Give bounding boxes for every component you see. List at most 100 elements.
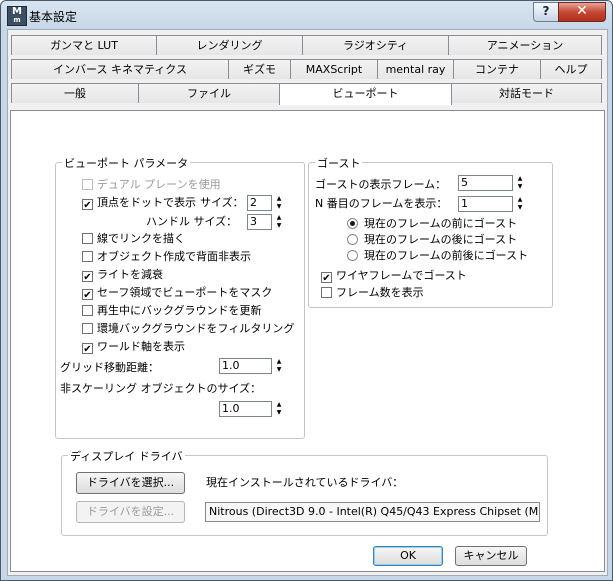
help-button[interactable]: ? [533, 2, 559, 22]
ghost-wireframe-checkbox[interactable]: ✔ [321, 272, 332, 284]
close-button[interactable]: ✕ [558, 2, 606, 22]
installed-driver-field: Nitrous (Direct3D 9.0 - Intel(R) Q45/Q43… [205, 502, 540, 522]
update-background-checkbox[interactable] [82, 305, 93, 316]
tab-mental-ray[interactable]: mental ray [377, 59, 454, 79]
tab-general[interactable]: 一般 [11, 83, 139, 103]
update-background-label: 再生中にバックグラウンドを更新 [97, 304, 262, 317]
ghost-before-radio[interactable] [347, 218, 358, 229]
size-input[interactable]: 2 [247, 195, 272, 211]
filter-background-label: 環境バックグラウンドをフィルタリング [97, 322, 295, 335]
tab-viewports[interactable]: ビューポート [279, 83, 452, 105]
display-drivers-title: ディスプレイ ドライバ [68, 448, 185, 464]
dual-planes-label: デュアル プレーンを使用 [97, 178, 221, 191]
nonscaling-size-label: 非スケーリング オブジェクトのサイズ： [60, 382, 262, 395]
grid-nudge-input[interactable]: 1.0 [219, 358, 272, 374]
world-axis-checkbox[interactable]: ✔ [82, 343, 93, 355]
grid-nudge-spinner[interactable]: 1.0 ▲ ▼ [219, 358, 285, 374]
nth-frame-input[interactable]: 1 [458, 196, 513, 212]
checkbox-row-show-frame-numbers[interactable]: フレーム数を表示 [321, 285, 424, 301]
window-title: 基本設定 [29, 10, 78, 24]
display-drivers-group: ディスプレイ ドライバ ドライバを選択... 現在インストールされているドライバ… [61, 448, 548, 536]
ghost-frames-label: ゴーストの表示フレーム： [315, 178, 447, 191]
ghost-before-after-label: 現在のフレームの前後にゴースト [364, 249, 529, 262]
attenuate-lights-checkbox[interactable]: ✔ [82, 271, 93, 283]
safe-region-checkbox[interactable]: ✔ [82, 289, 93, 301]
size-spinner[interactable]: 2 ▲ ▼ [247, 195, 285, 211]
tab-gizmos[interactable]: ギズモ [228, 59, 291, 79]
handle-size-spinner[interactable]: 3 ▲ ▼ [247, 214, 285, 230]
vertex-dots-checkbox[interactable]: ✔ [82, 199, 93, 211]
checkbox-row-draw-links[interactable]: 線でリンクを描く [82, 231, 185, 247]
tab-rendering[interactable]: レンダリング [156, 35, 303, 55]
checkbox-row-attenuate-lights[interactable]: ✔ ライトを減衰 [82, 267, 163, 283]
nonscaling-size-spin-arrows[interactable]: ▲ ▼ [274, 401, 284, 417]
tab-maxscript[interactable]: MAXScript [290, 59, 378, 79]
ghost-frames-spinner[interactable]: 5 ▲ ▼ [458, 175, 528, 191]
ghost-after-label: 現在のフレームの後にゴースト [364, 233, 518, 246]
tab-radiosity[interactable]: ラジオシティ [302, 35, 449, 55]
ghost-before-after-radio[interactable] [347, 250, 358, 261]
backface-cull-checkbox[interactable] [82, 251, 93, 262]
ghosting-group: ゴースト ゴーストの表示フレーム： 5 ▲ ▼ N 番目のフレームを表示： 1 ▲… [308, 155, 553, 308]
ghost-frames-spin-arrows[interactable]: ▲ ▼ [515, 175, 525, 191]
ghosting-title: ゴースト [315, 155, 363, 171]
tab-gamma-lut[interactable]: ガンマと LUT [11, 35, 157, 55]
checkbox-row-dual-planes[interactable]: デュアル プレーンを使用 [82, 177, 221, 193]
viewport-parameters-group: ビューポート パラメータ デュアル プレーンを使用 ✔ 頂点をドットで表示 サイズ… [55, 155, 305, 439]
ok-button[interactable]: OK [373, 546, 443, 566]
preferences-window: Mm 基本設定 ? ✕ ガンマと LUT レンダリング ラジオシティ アニメーシ… [0, 0, 613, 581]
checkbox-row-backface-cull[interactable]: オブジェクト作成で背面非表示 [82, 249, 251, 265]
tab-files[interactable]: ファイル [138, 83, 280, 103]
radio-row-ghost-before[interactable]: 現在のフレームの前にゴースト [347, 216, 517, 232]
size-spin-arrows[interactable]: ▲ ▼ [274, 195, 284, 211]
world-axis-label: ワールド軸を表示 [97, 340, 185, 353]
ghost-before-label: 現在のフレームの前にゴースト [364, 217, 518, 230]
show-frame-numbers-label: フレーム数を表示 [336, 286, 424, 299]
radio-row-ghost-after[interactable]: 現在のフレームの後にゴースト [347, 232, 517, 248]
checkbox-row-update-background[interactable]: 再生中にバックグラウンドを更新 [82, 303, 262, 319]
handle-size-input[interactable]: 3 [247, 214, 272, 230]
tab-animation[interactable]: アニメーション [448, 35, 602, 55]
radio-row-ghost-before-after[interactable]: 現在のフレームの前後にゴースト [347, 248, 528, 264]
dual-planes-checkbox[interactable] [82, 179, 93, 190]
checkbox-row-vertex-dots[interactable]: ✔ 頂点をドットで表示 [82, 195, 196, 211]
draw-links-label: 線でリンクを描く [97, 232, 185, 245]
choose-driver-button[interactable]: ドライバを選択... [76, 472, 185, 494]
grid-nudge-spin-arrows[interactable]: ▲ ▼ [274, 358, 284, 374]
tab-containers[interactable]: コンテナ [453, 59, 541, 79]
checkbox-row-ghost-wireframe[interactable]: ✔ ワイヤフレームでゴースト [321, 268, 467, 284]
cancel-button[interactable]: キャンセル [455, 546, 527, 566]
nonscaling-size-input[interactable]: 1.0 [219, 401, 272, 417]
checkbox-row-world-axis[interactable]: ✔ ワールド軸を表示 [82, 339, 185, 355]
filter-background-checkbox[interactable] [82, 323, 93, 334]
handle-size-spin-arrows[interactable]: ▲ ▼ [274, 214, 284, 230]
nth-frame-label: N 番目のフレームを表示： [315, 197, 448, 210]
draw-links-checkbox[interactable] [82, 233, 93, 244]
ghost-wireframe-label: ワイヤフレームでゴースト [336, 269, 467, 282]
app-icon: Mm [7, 6, 27, 26]
grid-nudge-label: グリッド移動距離： [60, 361, 159, 374]
handle-size-label: ハンドル サイズ： [146, 215, 238, 228]
tab-interaction-mode[interactable]: 対話モード [451, 83, 602, 103]
checkbox-row-safe-region[interactable]: ✔ セーフ領域でビューポートをマスク [82, 285, 272, 301]
size-label: サイズ： [200, 196, 244, 209]
checkbox-row-filter-background[interactable]: 環境バックグラウンドをフィルタリング [82, 321, 294, 337]
nth-frame-spin-arrows[interactable]: ▲ ▼ [515, 196, 525, 212]
dialog-body: ガンマと LUT レンダリング ラジオシティ アニメーション インバース キネマ… [7, 29, 608, 576]
nonscaling-size-spinner[interactable]: 1.0 ▲ ▼ [219, 401, 285, 417]
vertex-dots-label: 頂点をドットで表示 [97, 196, 196, 209]
title-bar[interactable]: Mm 基本設定 ? ✕ [1, 1, 612, 29]
tab-inverse-kinematics[interactable]: インバース キネマティクス [11, 59, 229, 79]
ghost-after-radio[interactable] [347, 234, 358, 245]
safe-region-label: セーフ領域でビューポートをマスク [97, 286, 273, 299]
show-frame-numbers-checkbox[interactable] [321, 287, 332, 298]
configure-driver-button[interactable]: ドライバを設定... [76, 501, 185, 523]
installed-driver-label: 現在インストールされているドライバ： [206, 476, 404, 489]
nth-frame-spinner[interactable]: 1 ▲ ▼ [458, 196, 528, 212]
viewports-tab-panel: ビューポート パラメータ デュアル プレーンを使用 ✔ 頂点をドットで表示 サイズ… [10, 110, 605, 572]
viewport-parameters-title: ビューポート パラメータ [62, 155, 191, 171]
ghost-frames-input[interactable]: 5 [458, 175, 513, 191]
attenuate-lights-label: ライトを減衰 [97, 268, 163, 281]
backface-cull-label: オブジェクト作成で背面非表示 [97, 250, 251, 263]
tab-help[interactable]: ヘルプ [540, 59, 602, 79]
